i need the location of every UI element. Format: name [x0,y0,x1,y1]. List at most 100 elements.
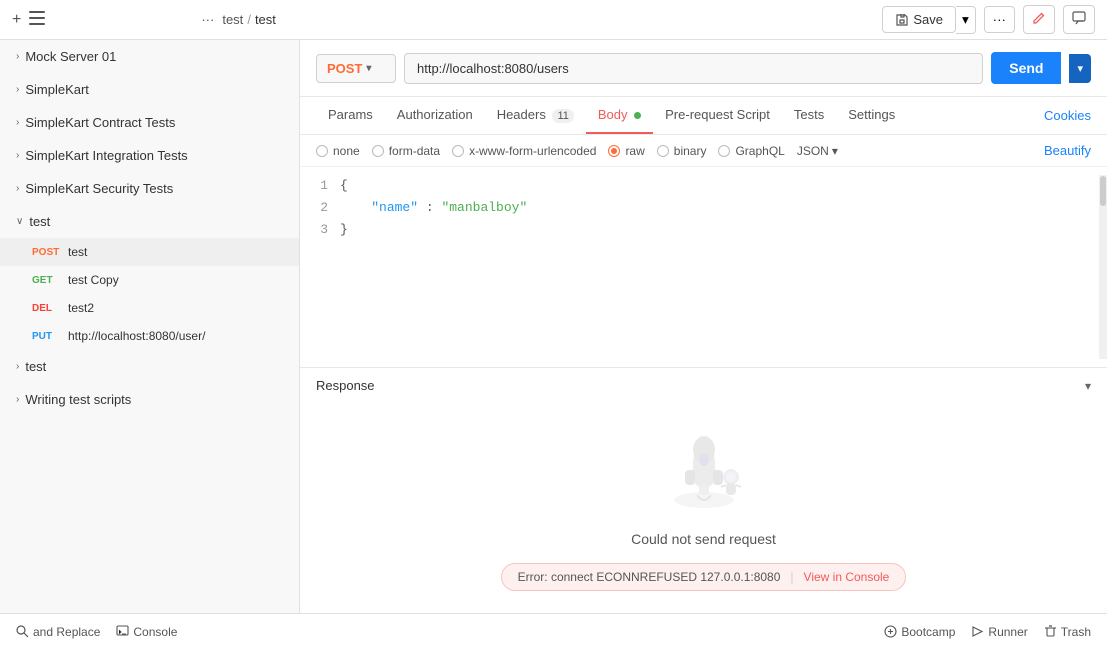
footer-trash[interactable]: Trash [1044,625,1091,639]
tab-params[interactable]: Params [316,97,385,134]
code-line: } [340,219,1099,241]
sidebar-item-label: test [25,359,46,374]
error-text: Error: connect ECONNREFUSED 127.0.0.1:80… [518,570,781,584]
method-badge: GET [32,275,62,286]
body-active-dot [634,112,641,119]
code-line: { [340,175,1099,197]
cookies-link[interactable]: Cookies [1044,108,1091,123]
tab-label: Body [598,107,628,122]
trash-label: Trash [1061,625,1091,639]
more-options-icon[interactable]: ··· [201,12,214,27]
error-banner: Error: connect ECONNREFUSED 127.0.0.1:80… [501,563,907,591]
sidebar-item-writing-test-scripts[interactable]: › Writing test scripts [0,383,299,416]
sidebar-item-label: SimpleKart Contract Tests [25,115,175,130]
code-editor[interactable]: 1 2 3 { "name" : "manbalboy" } [300,167,1107,367]
child-label: test2 [68,301,94,315]
json-type-select[interactable]: JSON ▾ [797,144,838,158]
footer: and Replace Console Bootcamp Runner Tras… [0,613,1107,649]
tab-label: Params [328,107,373,122]
radio-dot [316,145,328,157]
send-dropdown-button[interactable]: ▾ [1069,54,1091,83]
footer-runner[interactable]: Runner [971,625,1027,639]
arrow-icon: › [16,84,19,95]
beautify-link[interactable]: Beautify [1044,143,1091,158]
tab-headers[interactable]: Headers 11 [485,97,586,134]
sidebar-item-label: Writing test scripts [25,392,131,407]
arrow-icon: › [16,183,19,194]
sidebar-child-del-test2[interactable]: DEL test2 [0,294,299,322]
sidebar: › Mock Server 01 › SimpleKart › SimpleKa… [0,40,300,613]
sidebar-item-test-expanded[interactable]: ∨ test [0,205,299,238]
save-dropdown-button[interactable]: ▾ [956,6,976,34]
save-button[interactable]: Save [882,6,956,33]
request-more-button[interactable]: ··· [984,6,1015,33]
view-console-link[interactable]: View in Console [804,570,890,584]
method-badge: PUT [32,331,62,342]
line-number: 1 [312,175,328,197]
json-label: JSON [797,144,829,158]
footer-bootcamp[interactable]: Bootcamp [884,625,955,639]
radio-urlencoded[interactable]: x-www-form-urlencoded [452,144,596,158]
send-button[interactable]: Send [991,52,1061,84]
send-label: Send [1009,60,1043,76]
radio-graphql[interactable]: GraphQL [718,144,784,158]
child-label: test Copy [68,273,119,287]
sidebar-item-simplekart[interactable]: › SimpleKart [0,73,299,106]
code-line: "name" : "manbalboy" [340,197,1099,219]
radio-binary[interactable]: binary [657,144,707,158]
scrollbar[interactable] [1099,175,1107,359]
error-separator: | [790,570,793,584]
top-bar-left: + ··· [12,11,214,29]
breadcrumb-parent[interactable]: test [222,12,243,27]
tab-pre-request[interactable]: Pre-request Script [653,97,782,134]
hamburger-icon[interactable] [29,11,45,28]
method-select[interactable]: POST ▾ [316,54,396,83]
breadcrumb: test / test [222,12,276,27]
radio-form-data[interactable]: form-data [372,144,440,158]
sidebar-item-simplekart-security[interactable]: › SimpleKart Security Tests [0,172,299,205]
tab-settings[interactable]: Settings [836,97,907,134]
radio-none[interactable]: none [316,144,360,158]
line-numbers: 1 2 3 [300,175,340,359]
code-brace: { [340,178,348,193]
comment-button[interactable] [1063,5,1095,34]
sidebar-item-simplekart-contract[interactable]: › SimpleKart Contract Tests [0,106,299,139]
method-badge: POST [32,247,62,258]
child-label: http://localhost:8080/user/ [68,329,205,343]
code-colon: : [418,200,441,215]
radio-label: GraphQL [735,144,784,158]
footer-right: Bootcamp Runner Trash [884,625,1091,639]
edit-button[interactable] [1023,5,1055,34]
sidebar-item-label: Mock Server 01 [25,49,116,64]
bootcamp-label: Bootcamp [901,625,955,639]
sidebar-item-simplekart-integration[interactable]: › SimpleKart Integration Tests [0,139,299,172]
code-lines: { "name" : "manbalboy" } [340,175,1099,359]
radio-label: binary [674,144,707,158]
main-layout: › Mock Server 01 › SimpleKart › SimpleKa… [0,40,1107,613]
arrow-icon: ∨ [16,216,23,227]
footer-find-replace[interactable]: and Replace [16,625,100,639]
url-input[interactable] [404,53,983,84]
tab-tests[interactable]: Tests [782,97,836,134]
radio-dot [657,145,669,157]
line-number: 3 [312,219,328,241]
arrow-icon: › [16,394,19,405]
response-body: Could not send request Error: connect EC… [300,403,1107,613]
save-label: Save [913,12,943,27]
code-brace: } [340,222,348,237]
sidebar-child-put[interactable]: PUT http://localhost:8080/user/ [0,322,299,350]
response-header[interactable]: Response ▾ [300,368,1107,403]
radio-raw[interactable]: raw [608,144,644,158]
sidebar-item-test2[interactable]: › test [0,350,299,383]
sidebar-item-label: SimpleKart Security Tests [25,181,173,196]
add-icon[interactable]: + [12,11,21,29]
save-button-group: Save ▾ [882,6,975,34]
sidebar-child-get-test-copy[interactable]: GET test Copy [0,266,299,294]
sidebar-child-post-test[interactable]: POST test [0,238,299,266]
response-section: Response ▾ [300,367,1107,613]
footer-console[interactable]: Console [116,625,177,639]
tab-authorization[interactable]: Authorization [385,97,485,134]
tab-body[interactable]: Body [586,97,653,134]
sidebar-item-mock-server[interactable]: › Mock Server 01 [0,40,299,73]
top-actions: Save ▾ ··· [882,5,1095,34]
